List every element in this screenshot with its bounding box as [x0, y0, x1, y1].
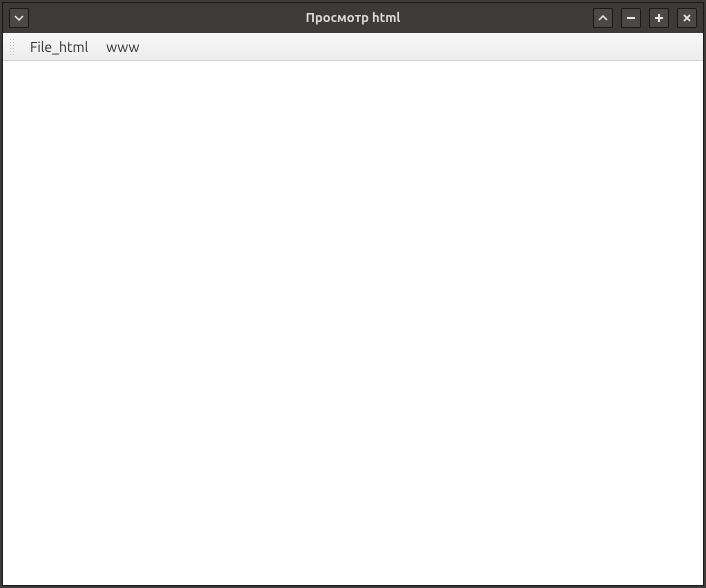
titlebar-right-controls [591, 8, 699, 28]
menu-www[interactable]: www [97, 35, 148, 59]
arrow-up-icon [598, 15, 608, 21]
minimize-button[interactable] [621, 8, 641, 28]
minimize-icon [626, 13, 636, 23]
up-button[interactable] [593, 8, 613, 28]
menu-file-html[interactable]: File_html [21, 35, 97, 59]
content-area [3, 61, 703, 585]
menubar: File_html www [3, 33, 703, 61]
plus-icon [654, 13, 664, 23]
app-window: Просмотр html [2, 2, 704, 586]
titlebar: Просмотр html [3, 3, 703, 33]
window-menu-button[interactable] [9, 8, 29, 28]
maximize-button[interactable] [649, 8, 669, 28]
close-button[interactable] [677, 8, 697, 28]
window-title: Просмотр html [306, 11, 401, 25]
close-icon [682, 13, 692, 23]
toolbar-grip[interactable] [9, 38, 15, 56]
chevron-down-icon [14, 15, 24, 21]
titlebar-left-controls [7, 8, 31, 28]
